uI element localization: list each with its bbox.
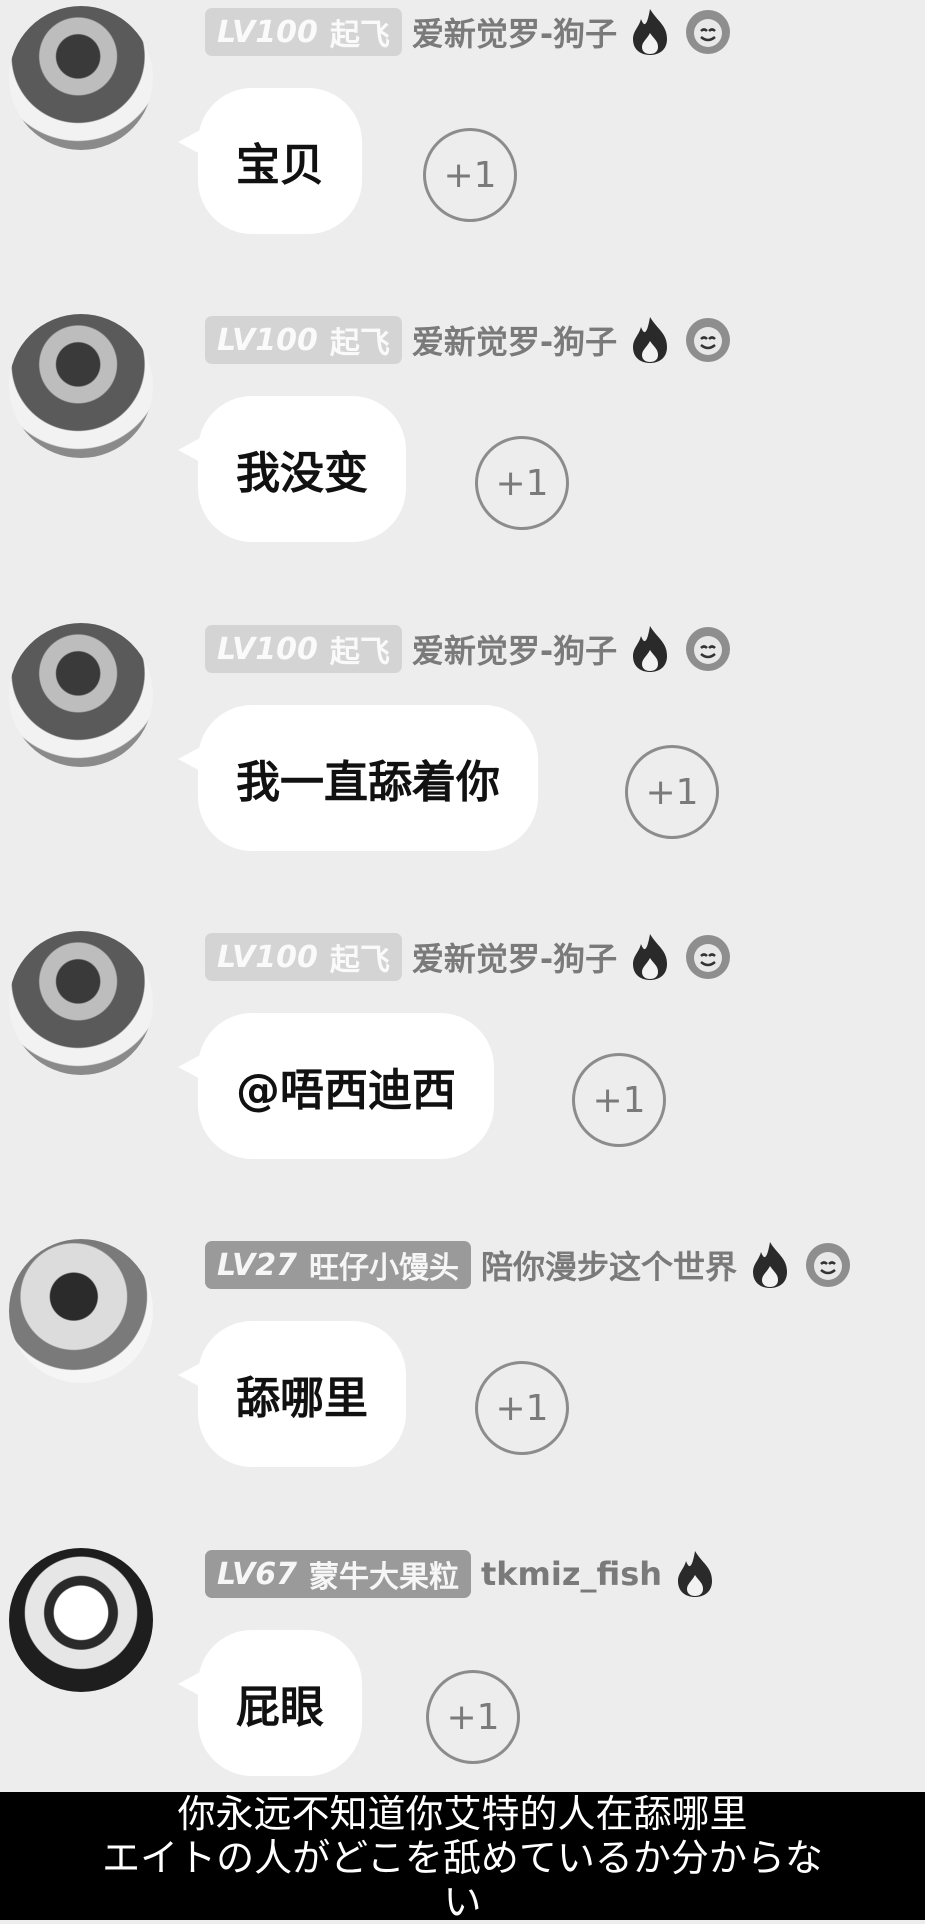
- flower-icon: [686, 318, 731, 362]
- avatar[interactable]: [9, 931, 153, 1075]
- avatar[interactable]: [9, 314, 153, 458]
- avatar[interactable]: [9, 6, 153, 150]
- flower-icon: [805, 1243, 850, 1287]
- club-label: 起飞: [329, 326, 390, 361]
- subtitle-line-japanese: エイトの人がどこを舐めているか分からな: [102, 1836, 823, 1880]
- fire-icon: [633, 317, 668, 363]
- chat-message: LV100 起飞 爱新觉罗-狗子 我没变 +1: [0, 308, 925, 608]
- fire-icon: [633, 626, 668, 672]
- fire-icon: [678, 1551, 713, 1597]
- level-label: LV100: [217, 322, 318, 358]
- plus-one-button[interactable]: +1: [475, 1361, 569, 1455]
- username[interactable]: 爱新觉罗-狗子: [412, 626, 617, 672]
- username[interactable]: 陪你漫步这个世界: [481, 1242, 737, 1288]
- avatar[interactable]: [9, 623, 153, 767]
- message-header: LV27 旺仔小馒头 陪你漫步这个世界: [205, 1239, 853, 1291]
- plus-one-button[interactable]: +1: [426, 1670, 520, 1764]
- username[interactable]: 爱新觉罗-狗子: [412, 934, 617, 980]
- avatar[interactable]: [9, 1548, 153, 1692]
- message-header: LV100 起飞 爱新觉罗-狗子: [205, 6, 733, 58]
- plus-one-button[interactable]: +1: [572, 1053, 666, 1147]
- club-label: 蒙牛大果粒: [308, 1560, 459, 1595]
- message-bubble[interactable]: 我没变: [198, 396, 406, 542]
- message-bubble[interactable]: 宝贝: [198, 88, 362, 234]
- message-bubble[interactable]: 屁眼: [198, 1630, 362, 1776]
- chat-message: LV27 旺仔小馒头 陪你漫步这个世界 舔哪里 +1: [0, 1233, 925, 1533]
- fire-icon: [633, 934, 668, 980]
- message-bubble[interactable]: 我一直舔着你: [198, 705, 538, 851]
- plus-one-button[interactable]: +1: [475, 436, 569, 530]
- subtitle-bar: 你永远不知道你艾特的人在舔哪里 エイトの人がどこを舐めているか分からな い: [0, 1792, 925, 1924]
- plus-one-button[interactable]: +1: [423, 128, 517, 222]
- message-bubble[interactable]: @唔西迪西: [198, 1013, 494, 1159]
- fan-badge[interactable]: LV27 旺仔小馒头: [205, 1241, 471, 1289]
- subtitle-line-chinese: 你永远不知道你艾特的人在舔哪里: [177, 1792, 748, 1836]
- club-label: 旺仔小馒头: [308, 1251, 459, 1286]
- fan-badge[interactable]: LV100 起飞: [205, 316, 402, 364]
- subtitle-line-japanese-wrap: い: [443, 1880, 482, 1924]
- fire-icon: [752, 1242, 787, 1288]
- fan-badge[interactable]: LV100 起飞: [205, 933, 402, 981]
- level-label: LV100: [217, 939, 318, 975]
- fire-icon: [633, 9, 668, 55]
- message-header: LV100 起飞 爱新觉罗-狗子: [205, 314, 733, 366]
- plus-one-button[interactable]: +1: [625, 745, 719, 839]
- fan-badge[interactable]: LV100 起飞: [205, 8, 402, 56]
- club-label: 起飞: [329, 18, 390, 53]
- level-label: LV100: [217, 14, 318, 50]
- club-label: 起飞: [329, 635, 390, 670]
- username[interactable]: 爱新觉罗-狗子: [412, 9, 617, 55]
- club-label: 起飞: [329, 943, 390, 978]
- level-label: LV27: [217, 1247, 297, 1283]
- level-label: LV100: [217, 631, 318, 667]
- flower-icon: [686, 10, 731, 54]
- chat-message: LV100 起飞 爱新觉罗-狗子 @唔西迪西 +1: [0, 925, 925, 1225]
- fan-badge[interactable]: LV100 起飞: [205, 625, 402, 673]
- fan-badge[interactable]: LV67 蒙牛大果粒: [205, 1550, 471, 1598]
- level-label: LV67: [217, 1556, 297, 1592]
- message-header: LV100 起飞 爱新觉罗-狗子: [205, 931, 733, 983]
- message-header: LV67 蒙牛大果粒 tkmiz_fish: [205, 1548, 718, 1600]
- chat-message: LV100 起飞 爱新觉罗-狗子 宝贝 +1: [0, 0, 925, 300]
- message-header: LV100 起飞 爱新觉罗-狗子: [205, 623, 733, 675]
- chat-message: LV100 起飞 爱新觉罗-狗子 我一直舔着你 +1: [0, 617, 925, 917]
- username[interactable]: 爱新觉罗-狗子: [412, 317, 617, 363]
- message-bubble[interactable]: 舔哪里: [198, 1321, 406, 1467]
- flower-icon: [686, 935, 731, 979]
- username[interactable]: tkmiz_fish: [481, 1555, 662, 1593]
- avatar[interactable]: [9, 1239, 153, 1383]
- flower-icon: [686, 627, 731, 671]
